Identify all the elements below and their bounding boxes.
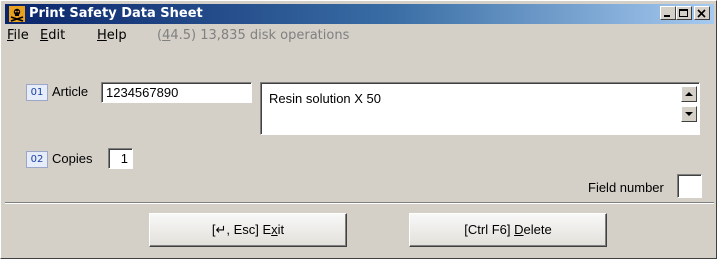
article-label: Article	[52, 84, 89, 99]
article-description-text: Resin solution X 50	[269, 91, 382, 106]
menu-file-label: ile	[13, 28, 29, 43]
delete-button[interactable]: [Ctrl F6] Delete	[409, 213, 607, 247]
title-bar[interactable]: Print Safety Data Sheet	[5, 4, 714, 24]
field-badge-01[interactable]: 01	[26, 84, 48, 101]
delete-button-accel: D	[514, 222, 524, 237]
menu-file[interactable]: File	[7, 28, 29, 43]
close-button[interactable]	[694, 6, 710, 20]
field-number-label: Field number	[588, 180, 664, 195]
window-title: Print Safety Data Sheet	[29, 6, 203, 21]
minimize-button[interactable]	[660, 6, 676, 20]
delete-button-label-end: elete	[523, 222, 552, 237]
scroll-down-button[interactable]	[681, 106, 697, 122]
field-number-input[interactable]	[677, 174, 702, 198]
copies-input[interactable]: 1	[108, 148, 133, 169]
menu-help-label: elp	[106, 28, 127, 43]
disk-status: (44.5) 13,835 disk operations	[157, 28, 349, 43]
menu-bar: File Edit Help (44.5) 13,835 disk operat…	[5, 25, 714, 45]
scroll-up-button[interactable]	[681, 86, 697, 102]
article-input[interactable]: 1234567890	[101, 82, 252, 103]
app-window: Print Safety Data Sheet File Edit Help (…	[0, 0, 717, 259]
exit-button-label-end: it	[277, 222, 285, 237]
article-description[interactable]: Resin solution X 50	[260, 82, 700, 135]
close-icon	[697, 9, 706, 18]
menu-edit-label: dit	[48, 28, 66, 43]
exit-button-label: [↵, Esc] E	[211, 222, 272, 237]
menu-edit-accel: E	[40, 28, 49, 43]
maximize-button[interactable]	[676, 6, 692, 20]
menu-help[interactable]: Help	[97, 28, 127, 43]
button-divider	[5, 202, 714, 204]
exit-button[interactable]: [↵, Esc] Exit	[149, 213, 347, 247]
minimize-icon	[664, 15, 670, 17]
hazard-icon	[9, 6, 25, 22]
arrow-up-icon	[685, 92, 693, 96]
menu-edit[interactable]: Edit	[40, 28, 65, 43]
arrow-down-icon	[685, 112, 693, 116]
field-badge-02[interactable]: 02	[26, 151, 48, 168]
menu-help-accel: H	[97, 28, 107, 43]
copies-label: Copies	[52, 151, 93, 166]
delete-button-label: [Ctrl F6]	[464, 222, 515, 237]
maximize-icon	[679, 9, 688, 17]
disk-status-text: 4.5) 13,835 disk operations	[170, 28, 350, 43]
